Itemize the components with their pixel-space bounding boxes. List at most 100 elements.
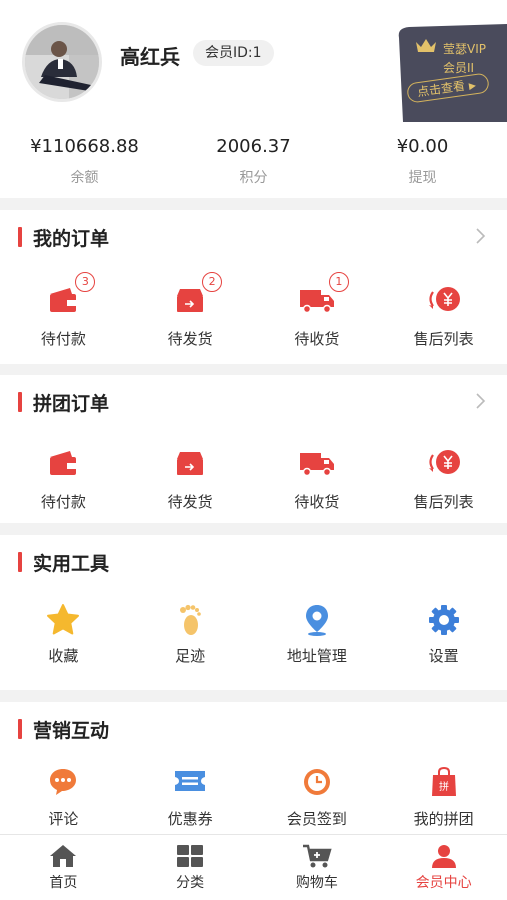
item-label: 足迹 xyxy=(175,647,206,665)
chevron-right-icon xyxy=(476,393,486,409)
member-center-page: 高红兵 会员ID:1 莹瑟VIP 会员II 点击查看 ▶ ¥110668.88 余… xyxy=(0,0,507,900)
tools-grid: 收藏 足迹 地址管理 设置 xyxy=(0,589,507,666)
marketing-comments[interactable]: 评论 xyxy=(0,766,127,829)
category-grid-icon xyxy=(177,845,204,867)
group-after-sales[interactable]: 售后列表 xyxy=(380,449,507,512)
section-accent-bar xyxy=(18,719,22,739)
stat-value: 2006.37 xyxy=(216,136,291,157)
tab-member-center[interactable]: 会员中心 xyxy=(380,835,507,900)
item-label: 待发货 xyxy=(167,330,213,348)
member-id-badge: 会员ID:1 xyxy=(193,40,274,66)
stat-label: 提现 xyxy=(408,170,437,186)
group-bag-text: 拼 xyxy=(439,780,449,793)
user-name: 高红兵 xyxy=(120,45,180,69)
section-accent-bar xyxy=(18,552,22,572)
comment-icon xyxy=(50,769,77,795)
chevron-right-icon xyxy=(476,228,486,244)
tab-label: 分类 xyxy=(176,875,205,891)
item-label: 售后列表 xyxy=(413,493,474,511)
group-orders-header[interactable]: 拼团订单 xyxy=(0,375,507,429)
item-label: 待付款 xyxy=(40,330,86,348)
item-label: 待付款 xyxy=(40,493,86,511)
count-badge: 3 xyxy=(75,272,96,292)
stat-value: ¥110668.88 xyxy=(30,136,139,157)
stat-label: 余额 xyxy=(70,170,99,186)
delivery-truck-icon xyxy=(299,453,334,477)
tab-home[interactable]: 首页 xyxy=(0,835,127,900)
tool-settings[interactable]: 设置 xyxy=(380,603,507,666)
shopping-cart-icon xyxy=(302,844,332,868)
location-pin-icon xyxy=(305,605,328,636)
section-title: 我的订单 xyxy=(33,228,110,250)
marketing-checkin[interactable]: 会员签到 xyxy=(254,766,381,829)
refund-yen-icon xyxy=(428,287,460,311)
star-icon xyxy=(47,604,80,635)
tab-label: 购物车 xyxy=(295,875,338,891)
item-label: 设置 xyxy=(428,647,459,665)
section-accent-bar xyxy=(18,227,22,247)
tab-category[interactable]: 分类 xyxy=(127,835,254,900)
refund-yen-icon xyxy=(428,450,460,474)
bottom-tab-bar: 首页 分类 购物车 会员中心 xyxy=(0,834,507,900)
coupon-icon xyxy=(175,771,206,791)
section-accent-bar xyxy=(18,392,22,412)
stat-points[interactable]: 2006.37 积分 xyxy=(169,122,338,198)
my-orders-section: 我的订单 3 待付款 2 待发货 1 待收货 售后列表 xyxy=(0,210,507,364)
item-label: 待收货 xyxy=(294,330,340,348)
count-badge: 2 xyxy=(202,272,223,292)
user-icon xyxy=(431,845,456,868)
shipment-box-icon xyxy=(177,452,204,475)
avatar[interactable] xyxy=(22,22,102,102)
stat-value: ¥0.00 xyxy=(396,136,449,157)
play-arrow-icon: ▶ xyxy=(468,81,477,93)
profile-header: 高红兵 会员ID:1 莹瑟VIP 会员II 点击查看 ▶ xyxy=(0,0,507,122)
order-pending-shipment[interactable]: 2 待发货 xyxy=(127,272,254,349)
stat-label: 积分 xyxy=(239,170,268,186)
item-label: 会员签到 xyxy=(286,810,347,828)
vip-title: 莹瑟VIP xyxy=(443,42,486,56)
order-pending-receipt[interactable]: 1 待收货 xyxy=(254,272,381,349)
marketing-coupons[interactable]: 优惠券 xyxy=(127,766,254,829)
section-title: 营销互动 xyxy=(33,720,110,742)
tab-cart[interactable]: 购物车 xyxy=(254,835,381,900)
tools-section: 实用工具 收藏 足迹 地址管理 设置 xyxy=(0,535,507,690)
delivery-truck-icon xyxy=(299,290,334,314)
tab-label: 会员中心 xyxy=(415,875,472,891)
group-pending-receipt[interactable]: 待收货 xyxy=(254,449,381,512)
tool-footprint[interactable]: 足迹 xyxy=(127,603,254,666)
marketing-header: 营销互动 xyxy=(0,702,507,756)
tool-favorites[interactable]: 收藏 xyxy=(0,603,127,666)
wallet-icon xyxy=(50,451,77,475)
tab-label: 首页 xyxy=(49,875,78,891)
marketing-my-groups[interactable]: 拼 我的拼团 xyxy=(380,766,507,829)
tools-header: 实用工具 xyxy=(0,535,507,589)
group-pending-payment[interactable]: 待付款 xyxy=(0,449,127,512)
item-label: 评论 xyxy=(48,810,79,828)
group-pending-shipment[interactable]: 待发货 xyxy=(127,449,254,512)
shipment-box-icon xyxy=(177,289,204,312)
my-orders-grid: 3 待付款 2 待发货 1 待收货 售后列表 xyxy=(0,264,507,349)
item-label: 收藏 xyxy=(48,647,79,665)
footprint-icon xyxy=(180,604,201,635)
clock-icon xyxy=(303,769,330,795)
marketing-section: 营销互动 评论 优惠券 会员签到 拼 我的拼团 xyxy=(0,702,507,834)
vip-card[interactable]: 莹瑟VIP 会员II 点击查看 ▶ xyxy=(385,24,507,122)
section-title: 拼团订单 xyxy=(33,393,110,415)
gear-icon xyxy=(428,605,459,635)
home-icon xyxy=(50,845,77,867)
stat-withdraw[interactable]: ¥0.00 提现 xyxy=(338,122,507,198)
order-pending-payment[interactable]: 3 待付款 xyxy=(0,272,127,349)
stat-balance[interactable]: ¥110668.88 余额 xyxy=(0,122,169,198)
item-label: 我的拼团 xyxy=(413,810,474,828)
tool-address[interactable]: 地址管理 xyxy=(254,603,381,666)
section-title: 实用工具 xyxy=(33,553,110,575)
crown-icon xyxy=(415,38,437,54)
group-bag-icon: 拼 xyxy=(431,766,456,796)
group-orders-grid: 待付款 待发货 待收货 售后列表 xyxy=(0,429,507,512)
item-label: 优惠券 xyxy=(167,810,213,828)
wallet-icon xyxy=(50,288,77,312)
my-orders-header[interactable]: 我的订单 xyxy=(0,210,507,264)
order-after-sales[interactable]: 售后列表 xyxy=(380,286,507,349)
item-label: 待收货 xyxy=(294,493,340,511)
account-stats: ¥110668.88 余额 2006.37 积分 ¥0.00 提现 xyxy=(0,122,507,198)
